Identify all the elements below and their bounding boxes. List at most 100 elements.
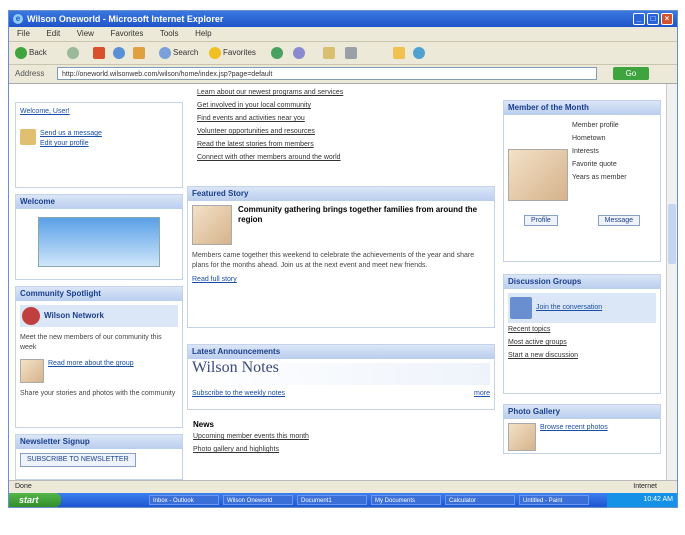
scroll-thumb[interactable]: [668, 204, 676, 264]
close-button[interactable]: ×: [661, 13, 673, 25]
window-title: Wilson Oneworld - Microsoft Internet Exp…: [27, 14, 224, 24]
list-item[interactable]: Connect with other members around the wo…: [197, 151, 485, 164]
taskbar-item[interactable]: Document1: [297, 495, 367, 505]
community-header: Community Spotlight: [16, 287, 182, 301]
print-button[interactable]: [345, 45, 359, 61]
member-line: Member profile: [572, 122, 619, 129]
back-arrow-icon: [15, 46, 27, 59]
newsletter-box: Newsletter Signup SUBSCRIBE TO NEWSLETTE…: [15, 434, 183, 480]
forward-arrow-icon: [67, 46, 79, 59]
refresh-button[interactable]: [113, 45, 127, 61]
community-feature[interactable]: Wilson Network: [20, 305, 178, 327]
history-icon: [293, 46, 305, 59]
community-text: Meet the new members of our community th…: [20, 334, 162, 351]
go-button[interactable]: Go: [613, 67, 649, 80]
media-button[interactable]: [271, 45, 285, 61]
taskbar-item[interactable]: Calculator: [445, 495, 515, 505]
gallery-header: Photo Gallery: [504, 405, 660, 419]
list-item[interactable]: Upcoming member events this month: [193, 430, 489, 443]
maximize-button[interactable]: □: [647, 13, 659, 25]
mail-icon: [323, 46, 335, 59]
member-line: Interests: [572, 148, 599, 155]
gallery-link[interactable]: Browse recent photos: [540, 423, 608, 451]
message-button[interactable]: Message: [597, 215, 641, 226]
address-bar: Address http://oneworld.wilsonweb.com/wi…: [9, 65, 677, 84]
list-item[interactable]: Learn about our newest programs and serv…: [197, 86, 485, 99]
community-link[interactable]: Read more about the group: [48, 359, 134, 383]
edit-profile-link[interactable]: Edit your profile: [40, 139, 102, 149]
search-icon: [159, 46, 171, 59]
menu-help[interactable]: Help: [195, 29, 211, 38]
gallery-thumb[interactable]: [508, 423, 536, 451]
right-column: Member of the Month Member profile Homet…: [503, 84, 661, 460]
menu-tools[interactable]: Tools: [160, 29, 179, 38]
menu-bar: File Edit View Favorites Tools Help: [9, 27, 677, 42]
gallery-box: Photo Gallery Browse recent photos: [503, 404, 661, 454]
groups-header: Discussion Groups: [504, 275, 660, 289]
ie-logo-icon: e: [13, 14, 23, 24]
back-button[interactable]: Back: [15, 45, 47, 61]
address-input[interactable]: http://oneworld.wilsonweb.com/wilson/hom…: [57, 67, 597, 80]
list-item[interactable]: Read the latest stories from members: [197, 138, 485, 151]
middle-column: Learn about our newest programs and serv…: [187, 84, 495, 460]
subscribe-button[interactable]: SUBSCRIBE TO NEWSLETTER: [20, 453, 136, 467]
start-button[interactable]: start: [9, 493, 61, 507]
photos-box: Welcome: [15, 194, 183, 280]
taskbar-item[interactable]: My Documents: [371, 495, 441, 505]
announcements-header: Latest Announcements: [188, 345, 494, 359]
list-item[interactable]: Most active groups: [508, 336, 656, 349]
subscribe-notes-link[interactable]: Subscribe to the weekly notes: [192, 389, 285, 399]
list-item[interactable]: Start a new discussion: [508, 349, 656, 362]
member-photo[interactable]: [508, 149, 568, 201]
taskbar-item[interactable]: Wilson Oneworld: [223, 495, 293, 505]
groups-feature[interactable]: Join the conversation: [508, 293, 656, 323]
stop-button[interactable]: [93, 45, 107, 61]
folder-button[interactable]: [393, 45, 407, 61]
community-note: Share your stories and photos with the c…: [20, 390, 176, 397]
forward-button[interactable]: [67, 45, 81, 61]
send-message-link[interactable]: Send us a message: [40, 129, 102, 139]
community-thumb[interactable]: [20, 359, 44, 383]
welcome-link[interactable]: Welcome, User!: [20, 107, 178, 117]
member-header: Member of the Month: [504, 101, 660, 115]
minimize-button[interactable]: _: [633, 13, 645, 25]
list-item[interactable]: Recent topics: [508, 323, 656, 336]
mail-button[interactable]: [323, 45, 337, 61]
search-button[interactable]: Search: [159, 45, 198, 61]
taskbar-item[interactable]: Inbox - Outlook: [149, 495, 219, 505]
featured-title[interactable]: Community gathering brings together fami…: [238, 205, 490, 245]
browser-window: e Wilson Oneworld - Microsoft Internet E…: [8, 10, 678, 508]
messenger-icon: [413, 46, 425, 59]
featured-photo[interactable]: [192, 205, 232, 245]
left-column: Welcome, User! Send us a message Edit yo…: [15, 84, 183, 481]
community-logo-icon: [22, 307, 40, 325]
page-content: Welcome, User! Send us a message Edit yo…: [9, 84, 667, 481]
groups-box: Discussion Groups Join the conversation …: [503, 274, 661, 394]
notes-banner[interactable]: Wilson Notes: [192, 360, 490, 385]
taskbar-item[interactable]: Untitled - Paint: [519, 495, 589, 505]
menu-favorites[interactable]: Favorites: [110, 29, 143, 38]
list-item[interactable]: Photo gallery and highlights: [193, 443, 489, 456]
list-item[interactable]: Volunteer opportunities and resources: [197, 125, 485, 138]
menu-edit[interactable]: Edit: [46, 29, 60, 38]
photos-header: Welcome: [16, 195, 182, 209]
status-text: Done: [15, 483, 32, 490]
list-item[interactable]: Get involved in your local community: [197, 99, 485, 112]
star-icon: [209, 46, 221, 59]
community-box: Community Spotlight Wilson Network Meet …: [15, 286, 183, 428]
history-button[interactable]: [293, 45, 307, 61]
list-item[interactable]: Find events and activities near you: [197, 112, 485, 125]
home-button[interactable]: [133, 45, 147, 61]
taskbar: start Inbox - Outlook Wilson Oneworld Do…: [9, 493, 677, 507]
menu-file[interactable]: File: [17, 29, 30, 38]
menu-view[interactable]: View: [77, 29, 94, 38]
favorites-button[interactable]: Favorites: [209, 45, 256, 61]
print-icon: [345, 46, 357, 59]
vertical-scrollbar[interactable]: [666, 84, 677, 481]
messenger-button[interactable]: [413, 45, 427, 61]
more-link[interactable]: more: [474, 389, 490, 399]
photos-image[interactable]: [38, 217, 160, 267]
profile-button[interactable]: Profile: [523, 215, 558, 226]
featured-read-more[interactable]: Read full story: [192, 275, 490, 285]
refresh-icon: [113, 46, 125, 59]
